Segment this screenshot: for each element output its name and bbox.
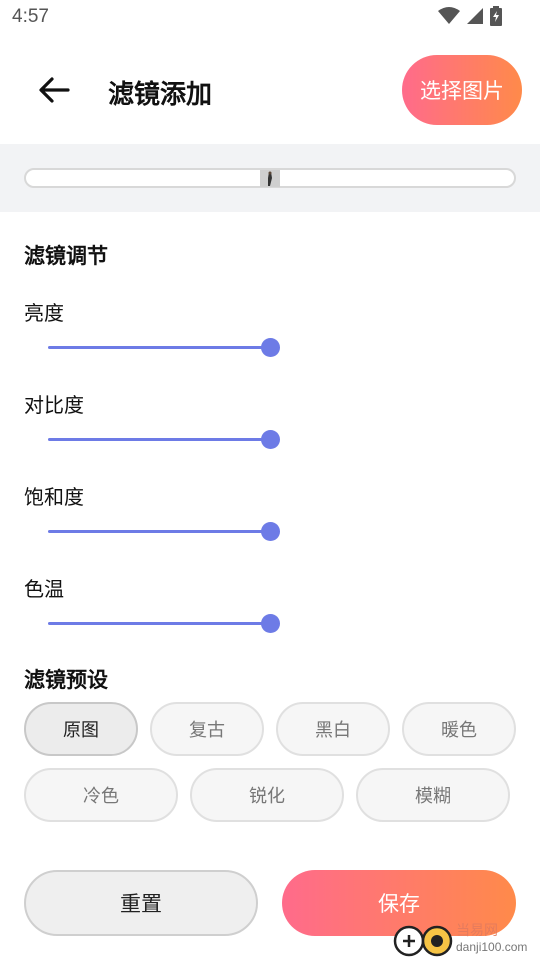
back-button[interactable] xyxy=(30,68,78,116)
signal-icon xyxy=(466,7,484,29)
slider-track xyxy=(48,346,270,349)
brightness-slider[interactable] xyxy=(48,338,280,358)
status-icons xyxy=(438,6,502,30)
preset-warm[interactable]: 暖色 xyxy=(402,702,516,756)
slider-knob[interactable] xyxy=(261,430,280,449)
adjust-section-title: 滤镜调节 xyxy=(24,244,108,268)
slider-knob[interactable] xyxy=(261,522,280,541)
color-temperature-label: 色温 xyxy=(24,577,64,601)
watermark-site-name: 当易网 xyxy=(456,923,498,939)
watermark-url: danji100.com xyxy=(456,940,528,954)
watermark: 当易网 danji100.com xyxy=(392,920,540,960)
brightness-label: 亮度 xyxy=(24,301,64,325)
slider-track xyxy=(48,622,270,625)
slider-knob[interactable] xyxy=(261,614,280,633)
app-bar: 滤镜添加 选择图片 xyxy=(0,46,540,136)
color-temperature-slider[interactable] xyxy=(48,614,280,634)
contrast-label: 对比度 xyxy=(24,393,84,417)
slider-track xyxy=(48,438,270,441)
arrow-left-icon xyxy=(38,76,70,108)
status-time: 4:57 xyxy=(12,6,49,27)
image-preview-strip xyxy=(24,168,516,188)
battery-icon xyxy=(490,6,502,30)
image-thumbnail xyxy=(260,170,280,187)
status-bar: 4:57 xyxy=(0,0,540,36)
saturation-slider[interactable] xyxy=(48,522,280,542)
wifi-icon xyxy=(438,7,460,29)
watermark-logo-icon xyxy=(392,924,454,960)
preset-blur[interactable]: 模糊 xyxy=(356,768,510,822)
slider-knob[interactable] xyxy=(261,338,280,357)
select-image-button[interactable]: 选择图片 xyxy=(402,55,522,125)
preset-black-white[interactable]: 黑白 xyxy=(276,702,390,756)
slider-track xyxy=(48,530,270,533)
page-title: 滤镜添加 xyxy=(108,80,213,110)
preset-original[interactable]: 原图 xyxy=(24,702,138,756)
preset-cool[interactable]: 冷色 xyxy=(24,768,178,822)
reset-button[interactable]: 重置 xyxy=(24,870,258,936)
contrast-slider[interactable] xyxy=(48,430,280,450)
image-preview-area xyxy=(0,144,540,212)
preset-sharpen[interactable]: 锐化 xyxy=(190,768,344,822)
presets-section-title: 滤镜预设 xyxy=(24,668,108,692)
saturation-label: 饱和度 xyxy=(24,485,84,509)
preset-vintage[interactable]: 复古 xyxy=(150,702,264,756)
